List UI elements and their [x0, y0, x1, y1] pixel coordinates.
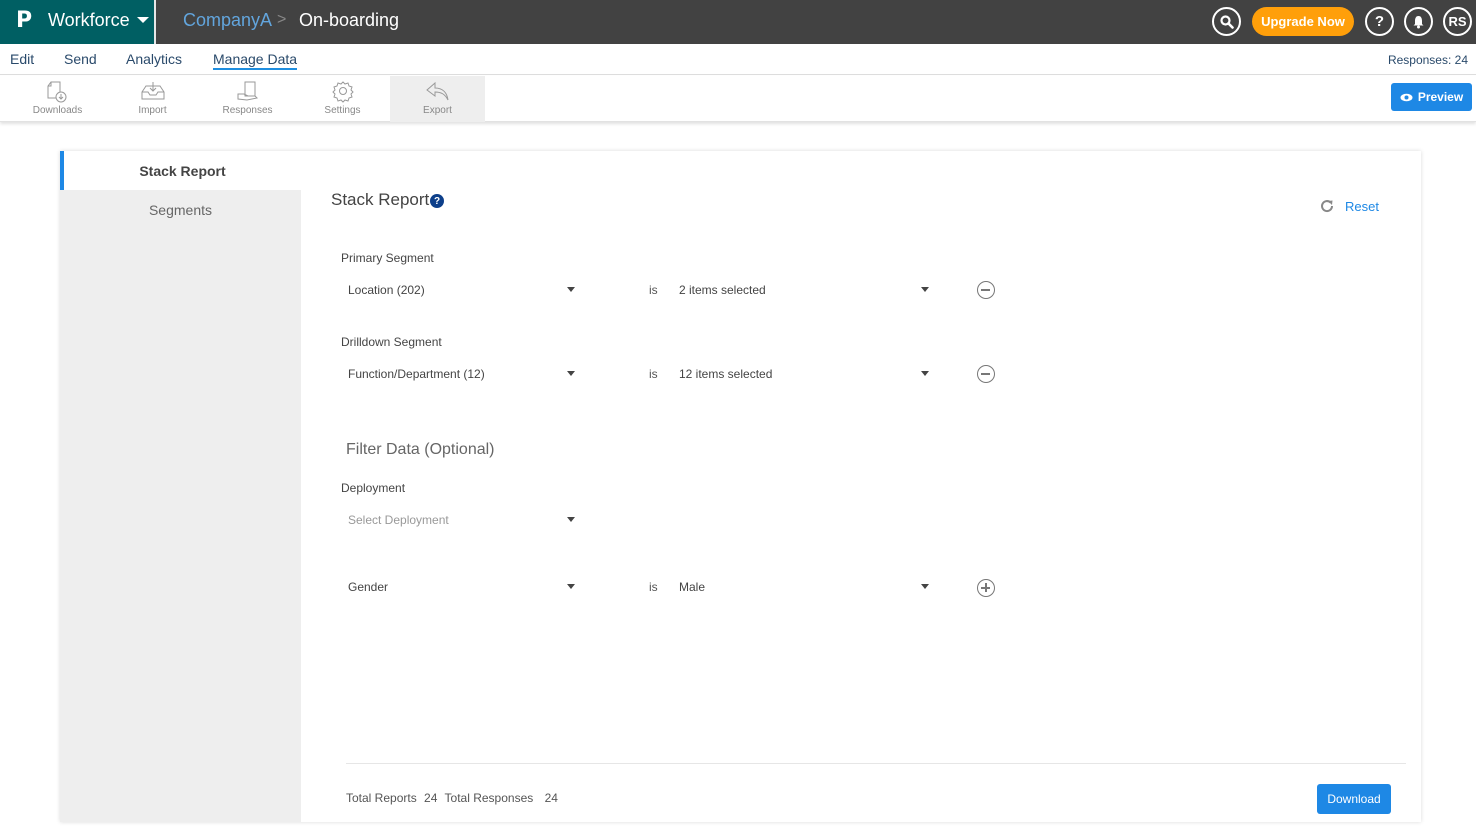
stack-report-card: Stack Report Segments Stack Report ? Res… [60, 151, 1421, 822]
responses-count: Responses: 24 [1387, 53, 1468, 67]
tool-responses[interactable]: Responses [200, 76, 295, 122]
caret-down-icon [921, 287, 929, 292]
total-responses-label: Total Responses [444, 791, 534, 805]
totals-summary: Total Reports 24 Total Responses 24 [346, 791, 562, 805]
menu-send[interactable]: Send [64, 51, 97, 67]
remove-drilldown-button[interactable] [977, 365, 995, 383]
menu-bar: Edit Send Analytics Manage Data Response… [0, 44, 1476, 75]
sidebar: Stack Report Segments [60, 151, 301, 822]
caret-down-icon [567, 584, 575, 589]
search-button[interactable] [1212, 7, 1241, 36]
user-avatar[interactable]: RS [1443, 7, 1472, 36]
app-name[interactable]: Workforce [48, 10, 130, 31]
drilldown-values-select[interactable]: 12 items selected [672, 362, 929, 386]
filter-field-value: Gender [348, 580, 389, 594]
tool-label: Export [423, 105, 452, 116]
refresh-icon [1321, 200, 1334, 213]
total-responses-value: 24 [544, 791, 558, 805]
app-switcher[interactable]: P Workforce [0, 0, 156, 44]
help-circle-icon[interactable]: ? [430, 194, 444, 208]
footer-divider [346, 763, 1406, 764]
drilldown-values-value: 12 items selected [679, 367, 773, 381]
gear-icon [331, 81, 354, 103]
reset-button[interactable]: Reset [1319, 198, 1379, 214]
drilldown-segment-value: Function/Department (12) [348, 367, 485, 381]
avatar-initials: RS [1448, 14, 1467, 29]
tool-label: Settings [324, 105, 361, 116]
upgrade-now-button[interactable]: Upgrade Now [1252, 7, 1354, 36]
filter-value-select[interactable]: Male [672, 575, 929, 599]
top-bar: P Workforce CompanyA > On-boarding Upgra… [0, 0, 1476, 44]
minus-circle-icon [981, 373, 990, 375]
preview-button[interactable]: Preview [1391, 83, 1472, 111]
question-icon: ? [1374, 13, 1385, 30]
tool-import[interactable]: Import [105, 76, 200, 122]
primary-values-select[interactable]: 2 items selected [672, 278, 929, 302]
reset-label: Reset [1345, 198, 1379, 214]
reply-arrow-icon [425, 81, 448, 101]
chevron-down-icon[interactable] [137, 17, 149, 23]
add-filter-button[interactable] [977, 579, 995, 597]
bell-icon [1413, 15, 1424, 28]
sidebar-item-stack-report[interactable]: Stack Report [60, 151, 301, 190]
primary-operator: is [649, 283, 658, 297]
tool-label: Import [138, 105, 167, 116]
menu-manage-data[interactable]: Manage Data [213, 51, 298, 70]
plus-vertical-stroke [985, 583, 987, 592]
caret-down-icon [567, 517, 575, 522]
primary-values-value: 2 items selected [679, 283, 766, 297]
drilldown-segment-label: Drilldown Segment [341, 335, 442, 349]
tool-downloads[interactable]: Downloads [10, 76, 105, 122]
file-download-icon [47, 81, 66, 103]
hand-document-icon [237, 81, 258, 101]
eye-icon [1400, 93, 1413, 101]
minus-circle-icon [981, 289, 990, 291]
page-title: Stack Report [331, 190, 430, 209]
menu-analytics[interactable]: Analytics [126, 51, 182, 67]
filter-section-title: Filter Data (Optional) [346, 441, 495, 458]
sidebar-item-segments[interactable]: Segments [60, 190, 301, 229]
help-button[interactable]: ? [1365, 7, 1394, 36]
logo-icon: P [16, 8, 33, 33]
total-reports-value: 24 [424, 791, 438, 805]
filter-value: Male [679, 580, 706, 594]
preview-label: Preview [1417, 90, 1464, 104]
inbox-import-icon [141, 82, 164, 100]
primary-segment-value: Location (202) [348, 283, 425, 297]
tool-export[interactable]: Export [390, 76, 485, 122]
deployment-placeholder: Select Deployment [348, 513, 449, 527]
download-button[interactable]: Download [1317, 784, 1391, 814]
deployment-select[interactable]: Select Deployment [341, 508, 575, 532]
remove-primary-button[interactable] [977, 281, 995, 299]
caret-down-icon [921, 584, 929, 589]
deployment-label: Deployment [341, 481, 406, 495]
search-icon [1219, 14, 1234, 29]
caret-down-icon [567, 287, 575, 292]
breadcrumb-separator-icon: > [277, 11, 287, 28]
notifications-button[interactable] [1404, 7, 1433, 36]
menu-edit[interactable]: Edit [10, 51, 34, 67]
filter-field-select[interactable]: Gender [341, 575, 575, 599]
filter-operator: is [649, 580, 658, 594]
caret-down-icon [567, 371, 575, 376]
breadcrumb-page: On-boarding [299, 10, 400, 30]
drilldown-segment-select[interactable]: Function/Department (12) [341, 362, 575, 386]
tool-settings[interactable]: Settings [295, 76, 390, 122]
tool-label: Downloads [32, 105, 83, 116]
drilldown-operator: is [649, 367, 658, 381]
primary-segment-label: Primary Segment [341, 251, 434, 265]
caret-down-icon [921, 371, 929, 376]
total-reports-label: Total Reports [346, 791, 417, 805]
primary-segment-select[interactable]: Location (202) [341, 278, 575, 302]
breadcrumb-company[interactable]: CompanyA [183, 10, 272, 31]
toolbar: Downloads Import Responses Settings Expo… [0, 76, 1476, 122]
tool-label: Responses [222, 105, 273, 116]
